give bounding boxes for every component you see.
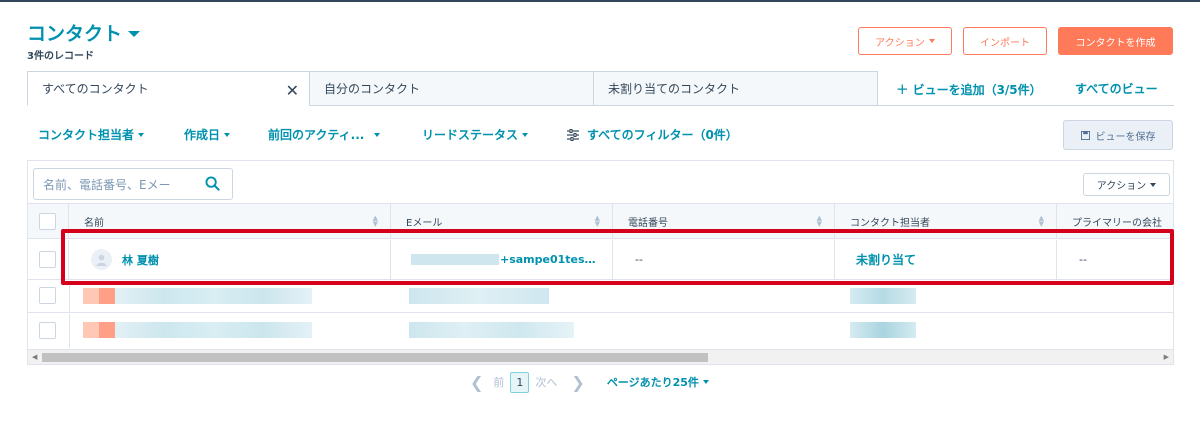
plus-icon: +: [896, 80, 909, 98]
per-page-dropdown[interactable]: ページあたり25件: [607, 374, 709, 390]
tab-my-contacts[interactable]: 自分のコンタクト: [310, 71, 594, 106]
chevron-down-icon: [522, 132, 529, 137]
redacted-block: [99, 322, 115, 338]
scrollbar-thumb[interactable]: [42, 353, 708, 362]
table-actions-dropdown[interactable]: アクション: [1083, 173, 1170, 196]
chevron-down-icon: [374, 132, 381, 137]
scroll-right-icon[interactable]: ▶: [1164, 353, 1169, 361]
tab-unassigned-contacts[interactable]: 未割り当てのコンタクト: [594, 71, 878, 106]
row-checkbox[interactable]: [39, 287, 56, 304]
search-icon[interactable]: [205, 176, 220, 191]
current-page-number[interactable]: 1: [510, 371, 530, 393]
search-input[interactable]: 名前、電話番号、Eメー: [33, 168, 233, 200]
redacted-block: [115, 322, 312, 338]
redacted-block: [83, 322, 99, 338]
redacted-block: [409, 288, 549, 304]
chevron-down-icon: [1150, 182, 1157, 187]
table-row[interactable]: [28, 281, 1173, 313]
prev-page-link[interactable]: 前: [493, 374, 504, 390]
sort-icon[interactable]: ▲ ▼: [1039, 215, 1044, 228]
scroll-left-icon[interactable]: ◀: [32, 353, 37, 361]
filter-last-activity[interactable]: 前回のアクティ...: [268, 126, 381, 143]
filter-lead-status[interactable]: リードステータス: [422, 126, 529, 143]
filter-create-date[interactable]: 作成日: [184, 126, 231, 143]
view-tabs: すべてのコンタクト ✕ 自分のコンタクト 未割り当てのコンタクト: [27, 71, 878, 106]
pagination: ❮ 前 1 次へ ❯ ページあたり25件: [470, 371, 709, 393]
next-page-link[interactable]: 次へ: [535, 374, 557, 390]
select-all-checkbox[interactable]: [39, 213, 56, 230]
redacted-block: [115, 288, 312, 304]
filter-contact-owner[interactable]: コンタクト担当者: [38, 126, 145, 143]
chevron-down-icon: [224, 132, 231, 137]
all-filters-button[interactable]: すべてのフィルター（0件）: [567, 126, 738, 143]
tabs-divider: [877, 105, 1174, 106]
save-view-button[interactable]: ビューを保存: [1063, 120, 1173, 150]
all-views-link[interactable]: すべてのビュー: [1075, 80, 1158, 97]
redacted-block: [850, 322, 916, 338]
create-contact-button[interactable]: コンタクトを作成: [1058, 27, 1173, 55]
chevron-right-icon[interactable]: ❯: [571, 373, 584, 392]
redacted-block: [409, 322, 574, 338]
sort-icon[interactable]: ▲ ▼: [817, 215, 822, 228]
redacted-block: [850, 288, 916, 304]
top-border: [0, 0, 1200, 2]
horizontal-scrollbar[interactable]: ◀ ▶: [28, 349, 1173, 364]
save-disk-icon: [1080, 130, 1090, 140]
row-checkbox[interactable]: [39, 322, 56, 339]
redacted-block: [99, 288, 115, 304]
chevron-down-icon: [138, 132, 145, 137]
import-button[interactable]: インポート: [963, 27, 1047, 55]
sort-icon[interactable]: ▲ ▼: [595, 215, 600, 228]
record-count: 3件のレコード: [27, 51, 94, 62]
sort-icon[interactable]: ▲ ▼: [373, 215, 378, 228]
add-view-button[interactable]: + ビューを追加（3/5件）: [896, 80, 1042, 98]
table-row[interactable]: [28, 314, 1173, 348]
row-checkbox[interactable]: [39, 251, 56, 268]
chevron-left-icon[interactable]: ❮: [470, 373, 483, 392]
filter-sliders-icon: [567, 128, 579, 141]
chevron-down-icon: [928, 39, 935, 43]
close-icon[interactable]: ✕: [286, 81, 299, 100]
tab-all-contacts[interactable]: すべてのコンタクト ✕: [27, 71, 310, 106]
actions-button[interactable]: アクション: [858, 27, 952, 55]
page-title[interactable]: コンタクト: [27, 19, 141, 46]
chevron-down-icon: [702, 380, 709, 384]
redacted-block: [83, 288, 99, 304]
chevron-down-icon: [128, 30, 141, 37]
row-highlight-box: [61, 229, 1174, 285]
